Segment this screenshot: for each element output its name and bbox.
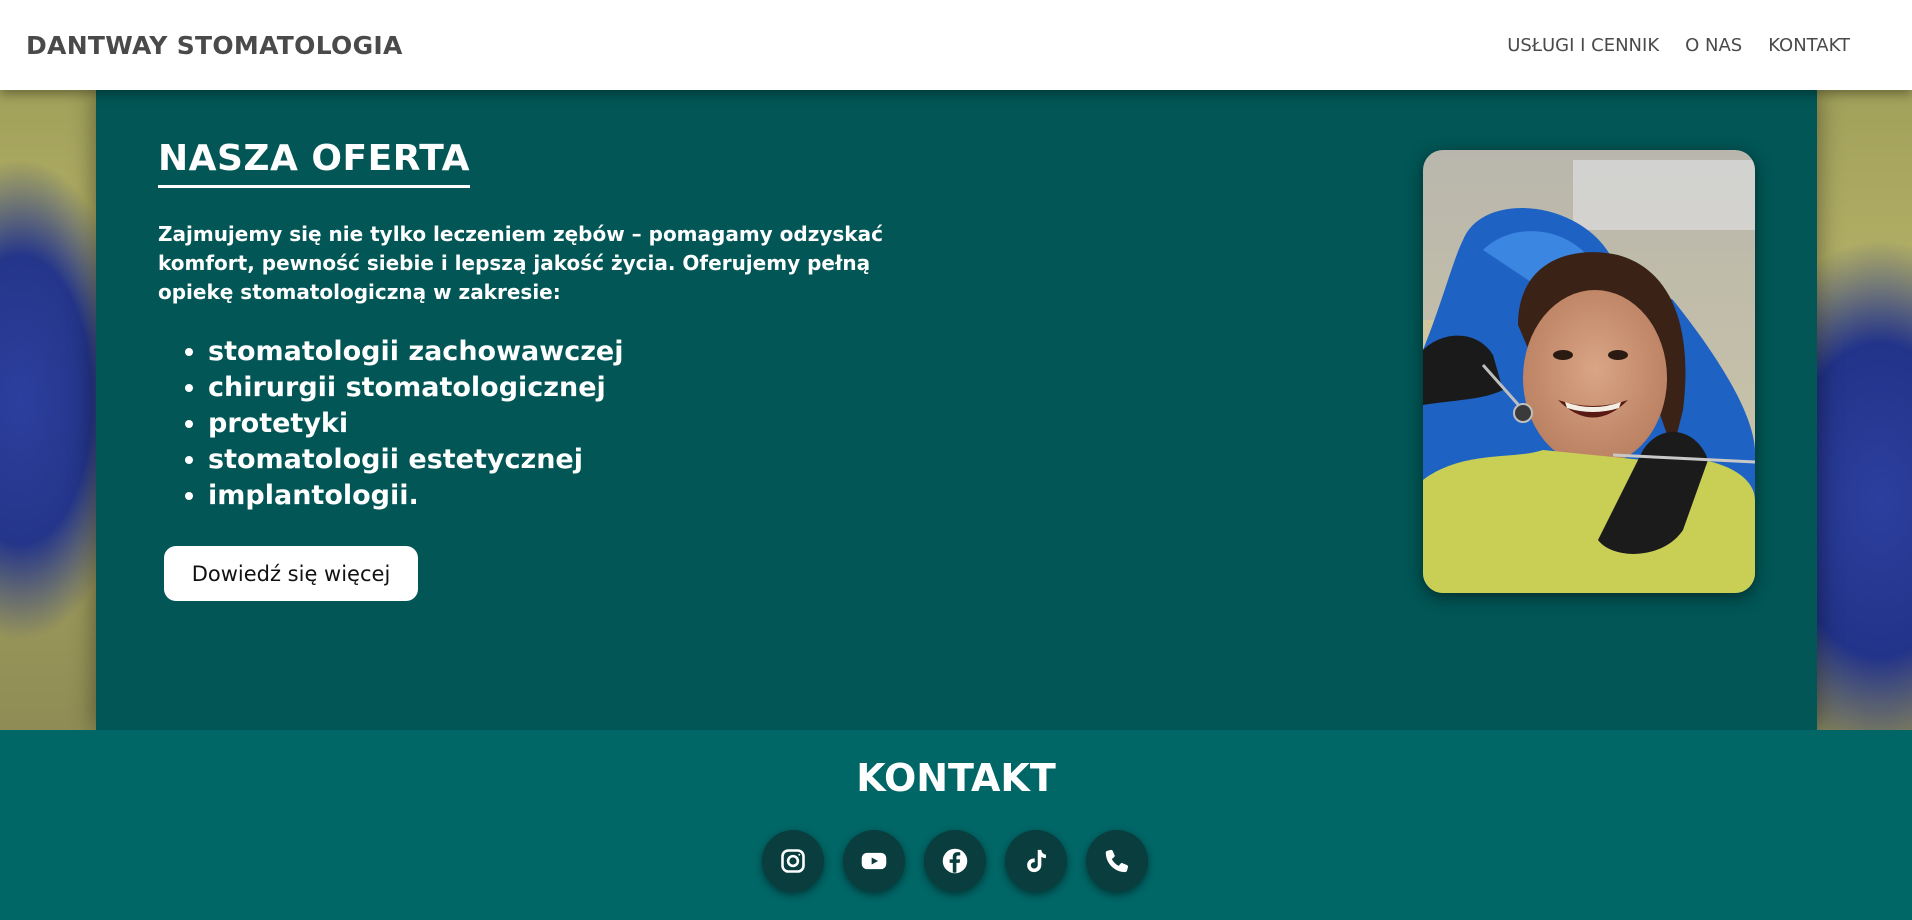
youtube-icon: [861, 852, 887, 870]
main-nav: USŁUGI I CENNIK O NAS KONTAKT: [1507, 35, 1850, 56]
offer-panel: NASZA OFERTA Zajmujemy się nie tylko lec…: [96, 90, 1817, 730]
facebook-icon: [942, 848, 968, 874]
instagram-button[interactable]: [762, 830, 824, 892]
offer-title: NASZA OFERTA: [158, 138, 470, 188]
facebook-button[interactable]: [924, 830, 986, 892]
learn-more-button[interactable]: Dowiedź się więcej: [164, 546, 418, 601]
phone-icon: [1105, 849, 1129, 873]
nav-link-o-nas[interactable]: O NAS: [1685, 35, 1742, 56]
list-item: stomatologii estetycznej: [208, 442, 623, 478]
list-item: stomatologii zachowawczej: [208, 334, 623, 370]
site-logo[interactable]: DANTWAY STOMATOLOGIA: [26, 31, 403, 60]
nav-link-kontakt[interactable]: KONTAKT: [1768, 35, 1850, 56]
social-links: [762, 830, 1148, 892]
list-item: protetyki: [208, 406, 623, 442]
contact-title: KONTAKT: [856, 756, 1056, 800]
tiktok-button[interactable]: [1005, 830, 1067, 892]
offer-list: stomatologii zachowawczej chirurgii stom…: [208, 334, 623, 514]
tiktok-icon: [1027, 849, 1046, 873]
list-item: chirurgii stomatologicznej: [208, 370, 623, 406]
nav-link-uslugi[interactable]: USŁUGI I CENNIK: [1507, 35, 1659, 56]
youtube-button[interactable]: [843, 830, 905, 892]
offer-intro: Zajmujemy się nie tylko leczeniem zębów …: [158, 222, 883, 304]
contact-section: KONTAKT: [0, 730, 1912, 920]
site-header: DANTWAY STOMATOLOGIA USŁUGI I CENNIK O N…: [0, 0, 1912, 90]
phone-button[interactable]: [1086, 830, 1148, 892]
instagram-icon: [781, 849, 805, 873]
list-item: implantologii.: [208, 478, 623, 514]
offer-photo: [1423, 150, 1755, 593]
